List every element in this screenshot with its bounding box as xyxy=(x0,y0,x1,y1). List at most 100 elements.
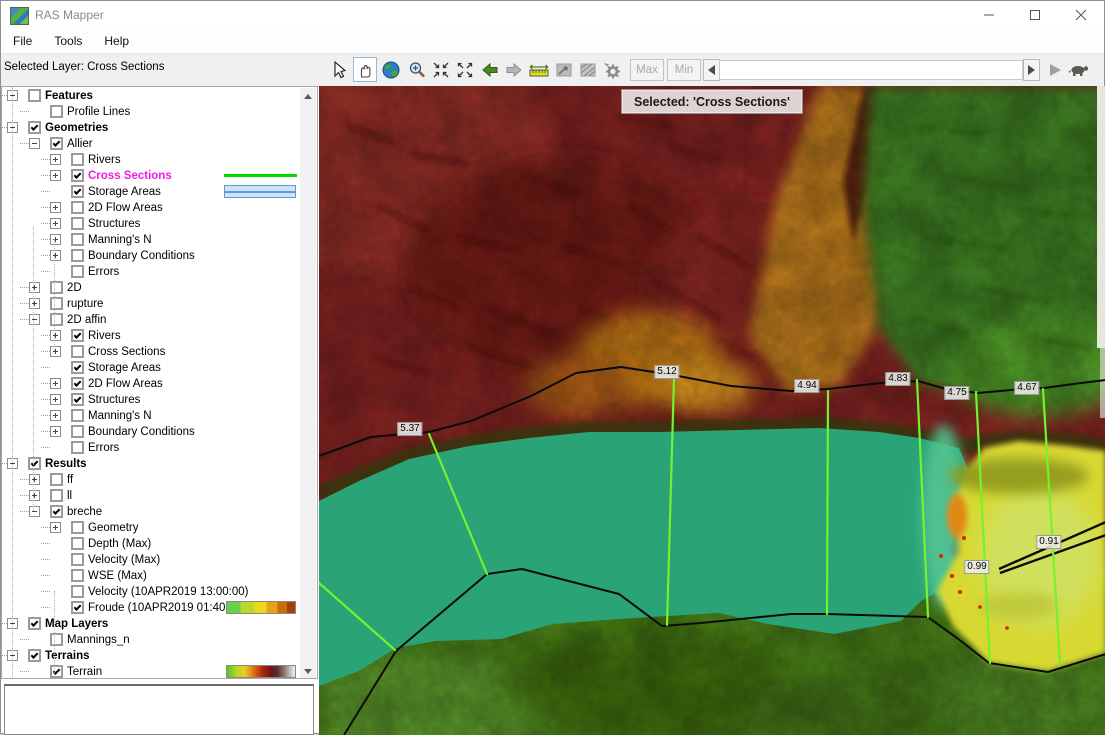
tree-row-2d-affin[interactable]: 2D affin xyxy=(2,312,302,328)
animation-step-back-button[interactable] xyxy=(703,59,720,81)
layer-tree-panel[interactable]: FeaturesProfile LinesGeometriesAllierRiv… xyxy=(1,86,318,679)
tree-row-rivers[interactable]: Rivers xyxy=(2,152,302,168)
layer-checkbox[interactable] xyxy=(50,633,63,646)
tree-row-rivers[interactable]: Rivers xyxy=(2,328,302,344)
tree-row-profile-lines[interactable]: Profile Lines xyxy=(2,104,302,120)
layer-checkbox[interactable] xyxy=(71,601,84,614)
tree-row-ll[interactable]: ll xyxy=(2,488,302,504)
zoom-in-button[interactable] xyxy=(405,57,429,82)
layer-checkbox[interactable] xyxy=(50,281,63,294)
layer-checkbox[interactable] xyxy=(71,153,84,166)
layer-checkbox[interactable] xyxy=(50,665,63,678)
layer-checkbox[interactable] xyxy=(50,313,63,326)
min-button[interactable]: Min xyxy=(667,59,701,81)
tree-row-boundary-conditions[interactable]: Boundary Conditions xyxy=(2,248,302,264)
layer-checkbox[interactable] xyxy=(71,537,84,550)
map-canvas[interactable]: Selected: 'Cross Sections' 5.375.124.944… xyxy=(319,86,1105,735)
zoom-extents-button[interactable] xyxy=(379,57,403,82)
next-extent-button[interactable] xyxy=(502,57,526,82)
expand-toggle[interactable] xyxy=(50,410,61,421)
layer-checkbox[interactable] xyxy=(71,441,84,454)
tree-row-structures[interactable]: Structures xyxy=(2,216,302,232)
zoom-expand-button[interactable] xyxy=(453,57,477,82)
expand-toggle[interactable] xyxy=(50,426,61,437)
layer-checkbox[interactable] xyxy=(71,185,84,198)
layer-checkbox[interactable] xyxy=(71,409,84,422)
expand-toggle[interactable] xyxy=(50,522,61,533)
tree-row-2d-flow-areas[interactable]: 2D Flow Areas xyxy=(2,376,302,392)
tree-row-storage-areas[interactable]: Storage Areas xyxy=(2,184,302,200)
tree-row-breche[interactable]: breche xyxy=(2,504,302,520)
tree-row-terrains[interactable]: Terrains xyxy=(2,648,302,664)
tree-row-depth-max-[interactable]: Depth (Max) xyxy=(2,536,302,552)
layer-checkbox[interactable] xyxy=(71,425,84,438)
layer-checkbox[interactable] xyxy=(71,585,84,598)
layer-checkbox[interactable] xyxy=(71,169,84,182)
layer-checkbox[interactable] xyxy=(71,201,84,214)
layer-checkbox[interactable] xyxy=(50,505,63,518)
maximize-button[interactable] xyxy=(1012,1,1058,29)
layer-checkbox[interactable] xyxy=(28,121,41,134)
tree-row-mannings-n[interactable]: Mannings_n xyxy=(2,632,302,648)
tree-row-features[interactable]: Features xyxy=(2,88,302,104)
layer-checkbox[interactable] xyxy=(50,137,63,150)
scroll-down-button[interactable] xyxy=(300,663,316,679)
tree-row-boundary-conditions[interactable]: Boundary Conditions xyxy=(2,424,302,440)
tree-row-rupture[interactable]: rupture xyxy=(2,296,302,312)
tree-row-geometry[interactable]: Geometry xyxy=(2,520,302,536)
expand-toggle[interactable] xyxy=(50,218,61,229)
tree-row-allier[interactable]: Allier xyxy=(2,136,302,152)
animation-slider-track[interactable] xyxy=(719,60,1023,80)
layer-checkbox[interactable] xyxy=(71,249,84,262)
expand-toggle[interactable] xyxy=(50,170,61,181)
layer-checkbox[interactable] xyxy=(28,617,41,630)
layer-checkbox[interactable] xyxy=(50,105,63,118)
tree-row-map-layers[interactable]: Map Layers xyxy=(2,616,302,632)
layer-checkbox[interactable] xyxy=(28,649,41,662)
tree-scrollbar[interactable] xyxy=(300,88,316,679)
tree-row-errors[interactable]: Errors xyxy=(2,440,302,456)
layer-checkbox[interactable] xyxy=(71,569,84,582)
expand-toggle[interactable] xyxy=(50,378,61,389)
pan-hand-button[interactable] xyxy=(353,57,377,82)
menu-tools[interactable]: Tools xyxy=(44,29,92,48)
tree-row-terrain[interactable]: Terrain xyxy=(2,664,302,679)
expand-toggle[interactable] xyxy=(50,394,61,405)
layer-checkbox[interactable] xyxy=(50,489,63,502)
settings-gear-button[interactable] xyxy=(600,57,624,82)
measure-button[interactable] xyxy=(526,57,552,82)
animation-speed-button[interactable] xyxy=(1065,57,1093,82)
tree-row-ff[interactable]: ff xyxy=(2,472,302,488)
tree-row-manning-s-n[interactable]: Manning's N xyxy=(2,232,302,248)
tree-row-wse-max-[interactable]: WSE (Max) xyxy=(2,568,302,584)
layer-checkbox[interactable] xyxy=(50,473,63,486)
tree-row-2d[interactable]: 2D xyxy=(2,280,302,296)
layer-checkbox[interactable] xyxy=(71,553,84,566)
layer-checkbox[interactable] xyxy=(71,345,84,358)
tree-row-storage-areas[interactable]: Storage Areas xyxy=(2,360,302,376)
layer-checkbox[interactable] xyxy=(71,217,84,230)
tree-row-manning-s-n[interactable]: Manning's N xyxy=(2,408,302,424)
layer-checkbox[interactable] xyxy=(71,521,84,534)
tree-row-results[interactable]: Results xyxy=(2,456,302,472)
animation-play-button[interactable] xyxy=(1043,57,1067,82)
layer-checkbox[interactable] xyxy=(50,297,63,310)
raster-tool-button[interactable] xyxy=(576,57,600,82)
tree-row-2d-flow-areas[interactable]: 2D Flow Areas xyxy=(2,200,302,216)
max-button[interactable]: Max xyxy=(630,59,664,81)
layer-checkbox[interactable] xyxy=(28,89,41,102)
layer-checkbox[interactable] xyxy=(71,393,84,406)
tree-row-velocity-max-[interactable]: Velocity (Max) xyxy=(2,552,302,568)
title-bar[interactable]: RAS Mapper xyxy=(1,1,1104,29)
layer-checkbox[interactable] xyxy=(71,377,84,390)
select-pointer-button[interactable] xyxy=(327,57,351,82)
expand-toggle[interactable] xyxy=(50,202,61,213)
tree-row-velocity-10apr2019-13-00-00-[interactable]: Velocity (10APR2019 13:00:00) xyxy=(2,584,302,600)
scroll-up-button[interactable] xyxy=(300,88,316,104)
layer-checkbox[interactable] xyxy=(71,361,84,374)
tree-row-geometries[interactable]: Geometries xyxy=(2,120,302,136)
tree-row-errors[interactable]: Errors xyxy=(2,264,302,280)
minimize-button[interactable] xyxy=(966,1,1012,29)
collapse-toggle[interactable] xyxy=(29,138,40,149)
menu-file[interactable]: File xyxy=(3,29,42,48)
